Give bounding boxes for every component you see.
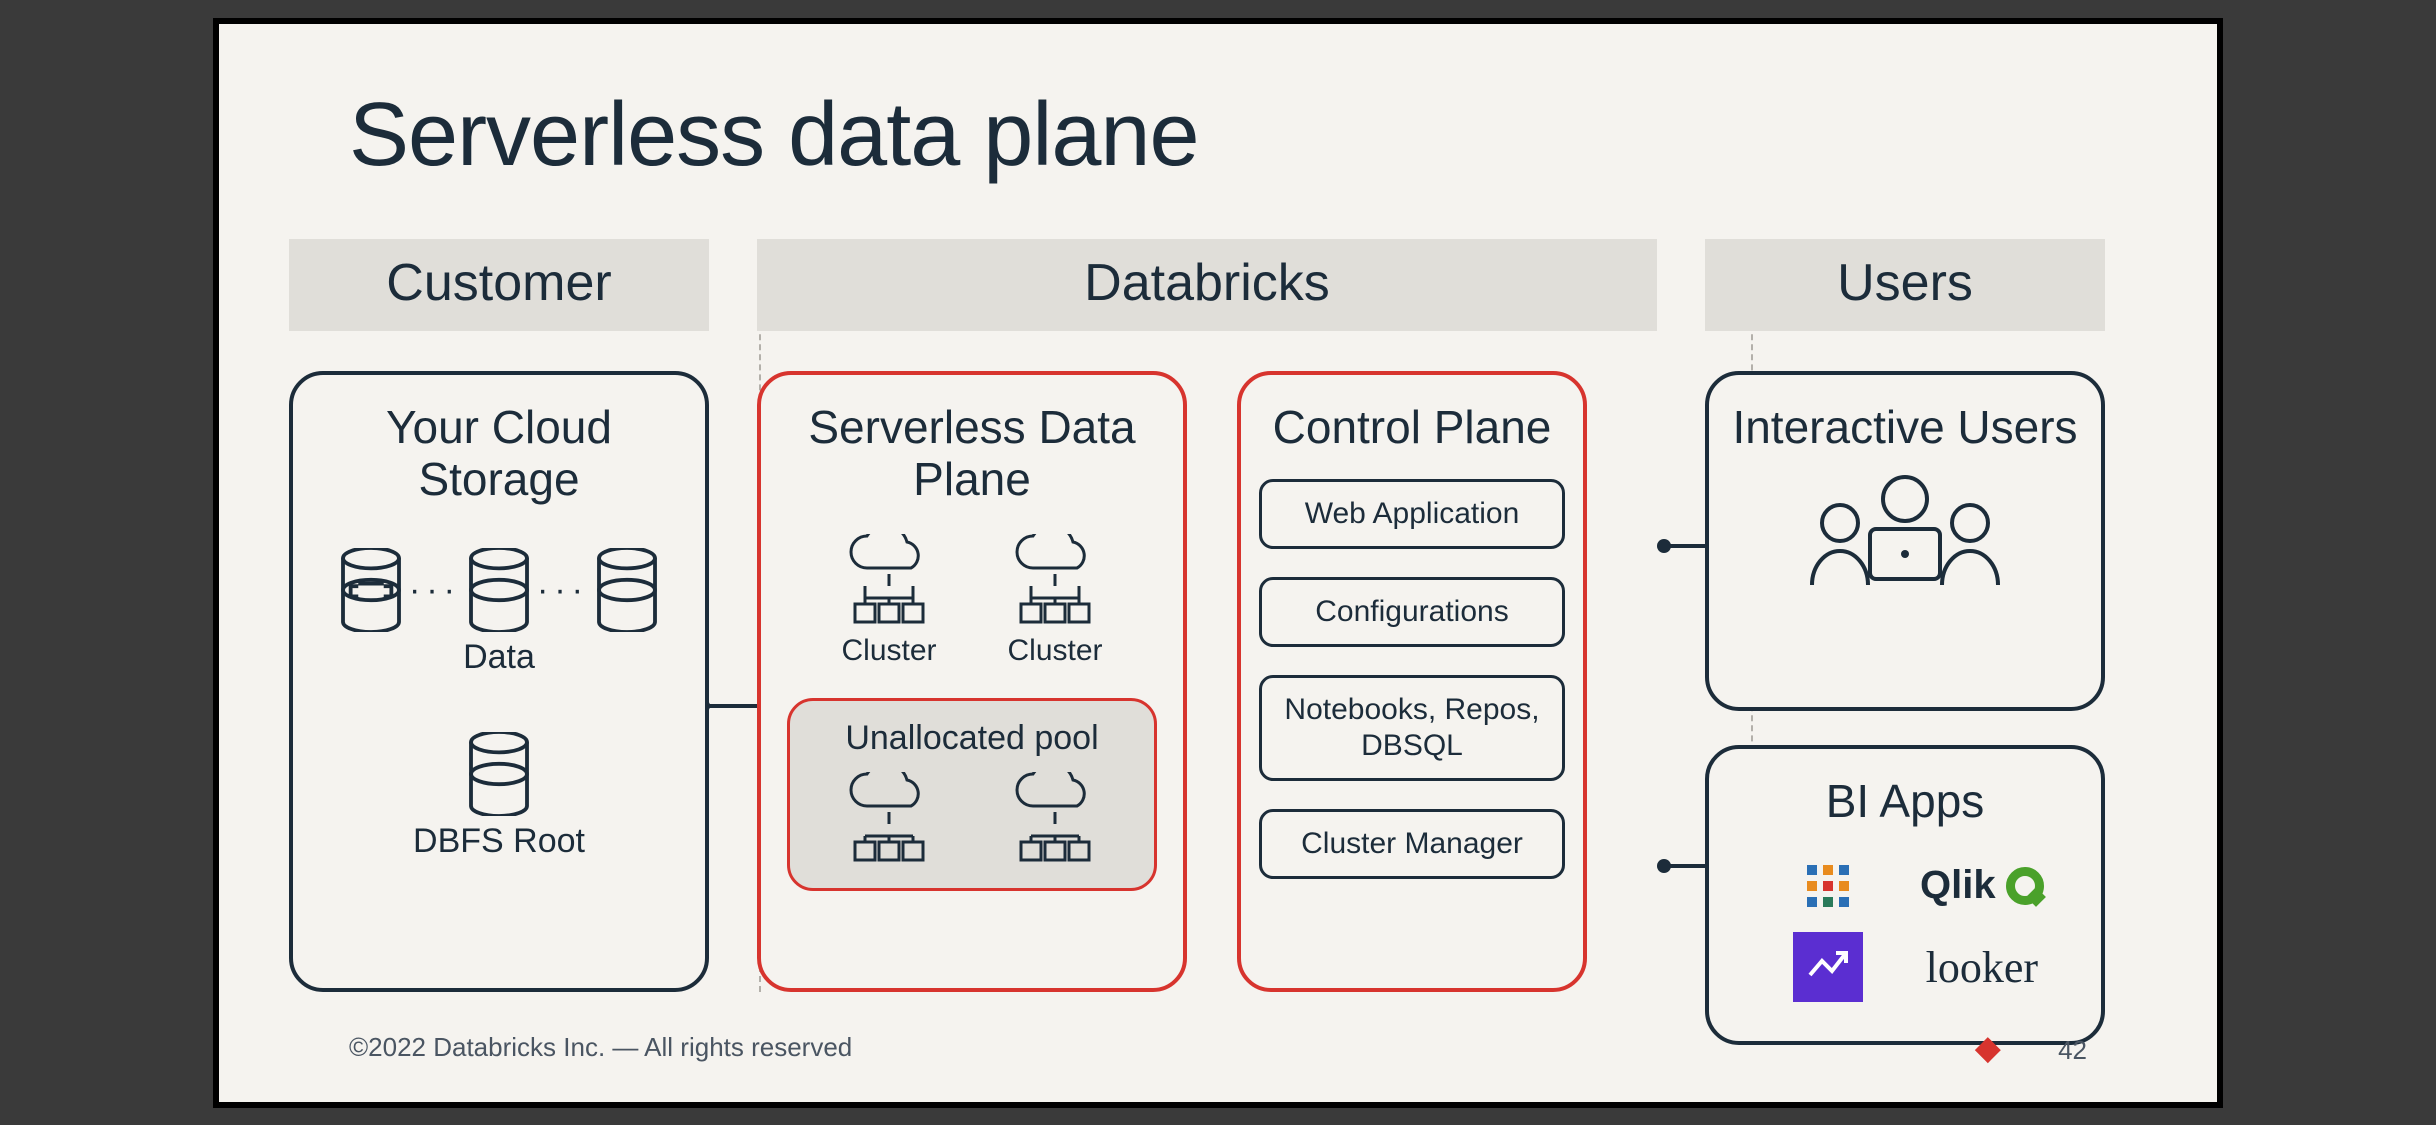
cluster: Cluster: [841, 534, 937, 668]
cp-item-cluster-manager: Cluster Manager: [1259, 809, 1565, 879]
users-icon: [1800, 471, 2010, 591]
storage-data-row: ··· ···: [339, 548, 659, 632]
column-customer: Customer Your Cloud Storage ···: [289, 239, 709, 992]
stage: Serverless data plane Customer Your Clou…: [0, 0, 2436, 1125]
columns: Customer Your Cloud Storage ···: [289, 239, 2147, 992]
database-icon: [595, 548, 659, 632]
box-title-storage: Your Cloud Storage: [311, 401, 687, 507]
cluster-label: Cluster: [1007, 634, 1102, 668]
slide-title: Serverless data plane: [349, 84, 1199, 187]
cp-item-configurations: Configurations: [1259, 577, 1565, 647]
tableau-icon: [1807, 865, 1849, 907]
column-header-customer: Customer: [289, 239, 709, 331]
cloud-cluster-icon: [1007, 772, 1103, 864]
column-header-databricks: Databricks: [757, 239, 1657, 331]
box-interactive-users: Interactive Users: [1705, 371, 2105, 711]
cloud-cluster-icon: [1007, 534, 1103, 626]
cloud-cluster-icon: [841, 772, 937, 864]
box-serverless-data-plane: Serverless Data Plane: [757, 371, 1187, 992]
cluster: Cluster: [1007, 534, 1103, 668]
database-icon: [339, 548, 403, 632]
slide-footer: ©2022 Databricks Inc. — All rights reser…: [349, 1028, 2087, 1068]
slide: Serverless data plane Customer Your Clou…: [213, 18, 2223, 1108]
pool-title: Unallocated pool: [845, 719, 1098, 758]
users-stack: Interactive Users BI Apps: [1705, 371, 2105, 1045]
insights-icon: [1793, 932, 1863, 1002]
cluster-row: Cluster: [841, 534, 1103, 668]
box-title-sdp: Serverless Data Plane: [779, 401, 1165, 507]
databricks-icon: ◆: [1975, 1029, 2001, 1067]
cloud-cluster-icon: [841, 534, 937, 626]
qlik-icon: [2006, 867, 2044, 905]
databricks-row: Serverless Data Plane: [757, 371, 1657, 992]
ellipsis-icon: ···: [403, 571, 467, 610]
cp-item-notebooks: Notebooks, Repos, DBSQL: [1259, 675, 1565, 781]
cp-item-web-application: Web Application: [1259, 479, 1565, 549]
qlik-text: Qlik: [1920, 863, 1996, 908]
database-icon: [467, 732, 531, 816]
box-unallocated-pool: Unallocated pool: [787, 698, 1157, 891]
database-icon: [467, 548, 531, 632]
box-title-interactive-users: Interactive Users: [1732, 401, 2077, 454]
footer-page-number: 42: [2058, 1035, 2087, 1065]
box-title-bi-apps: BI Apps: [1826, 775, 1985, 828]
cluster-label: Cluster: [841, 634, 936, 668]
storage-data-label: Data: [463, 638, 535, 677]
box-cloud-storage: Your Cloud Storage ···: [289, 371, 709, 992]
footer-copyright: ©2022 Databricks Inc. — All rights reser…: [349, 1032, 852, 1063]
control-plane-items: Web Application Configurations Notebooks…: [1259, 479, 1565, 879]
storage-dbfs-label: DBFS Root: [413, 822, 585, 861]
logo-insights: [1793, 932, 1863, 1002]
column-users: Users Interactive Users: [1705, 239, 2105, 992]
column-header-users: Users: [1705, 239, 2105, 331]
logo-tableau: [1807, 865, 1849, 907]
pool-icons: [841, 772, 1103, 864]
column-databricks: Databricks Serverless Data Plane: [757, 239, 1657, 992]
box-title-control-plane: Control Plane: [1273, 401, 1552, 454]
logo-qlik: Qlik: [1920, 863, 2044, 908]
box-bi-apps: BI Apps Qlik: [1705, 745, 2105, 1045]
bi-logos: Qlik looker: [1766, 863, 2043, 1002]
logo-looker: looker: [1926, 942, 2038, 993]
box-control-plane: Control Plane Web Application Configurat…: [1237, 371, 1587, 992]
ellipsis-icon: ···: [531, 571, 595, 610]
